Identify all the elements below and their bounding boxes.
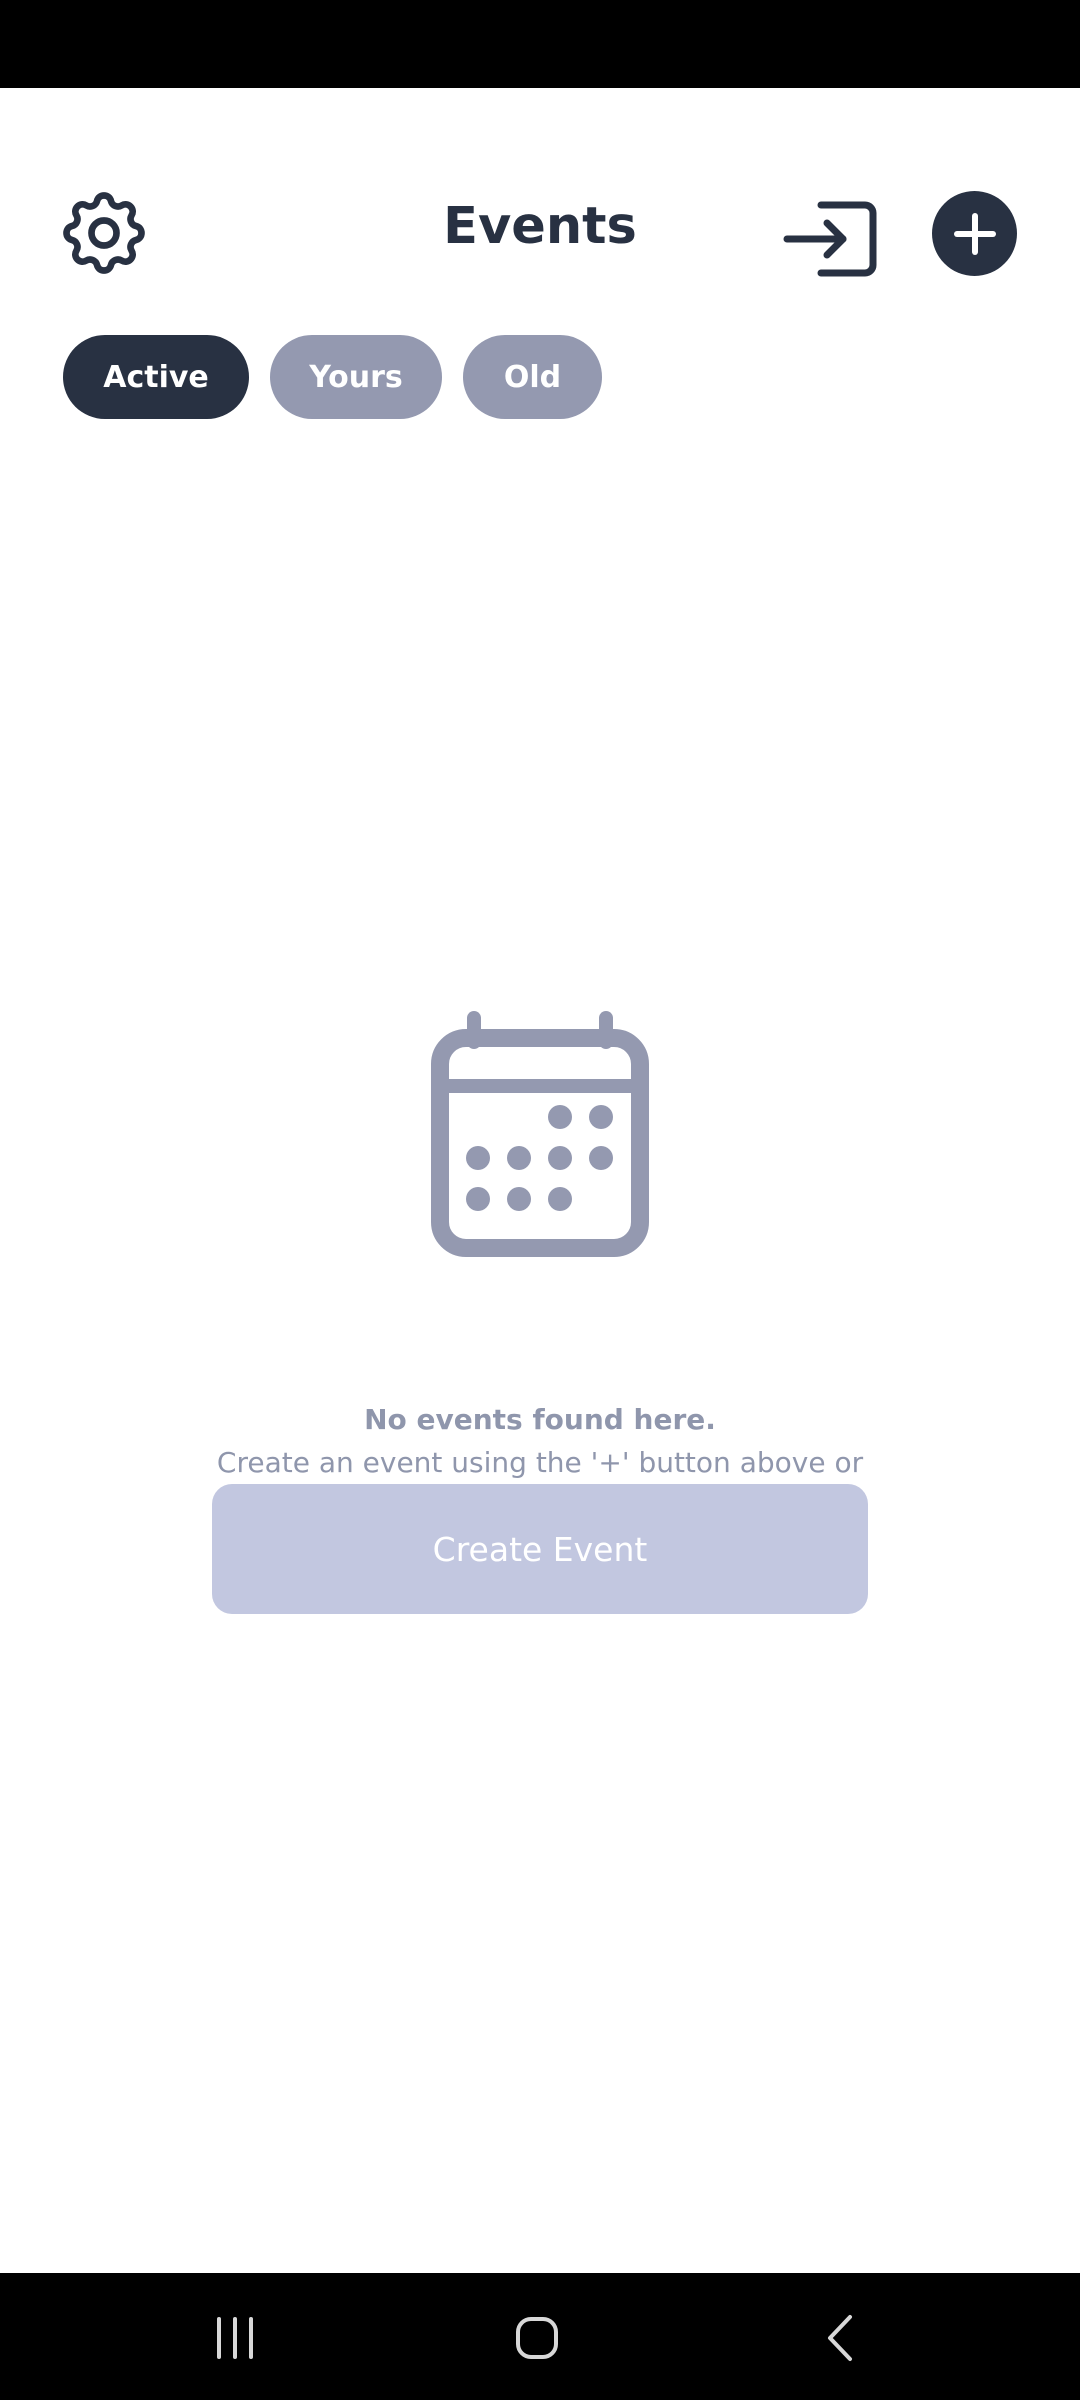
settings-button[interactable] [54, 183, 154, 283]
recents-button[interactable] [200, 2303, 270, 2373]
status-bar [0, 0, 1080, 88]
back-icon [828, 2315, 852, 2361]
plus-icon [953, 212, 996, 255]
back-button[interactable] [805, 2303, 875, 2373]
header: Events Active Yours Old [0, 88, 1080, 419]
home-button[interactable] [502, 2303, 572, 2373]
gear-icon [63, 192, 145, 274]
tab-old[interactable]: Old [463, 335, 602, 419]
event-filter-tabs: Active Yours Old [63, 335, 602, 419]
empty-state-title: No events found here. [364, 1403, 716, 1436]
tab-active[interactable]: Active [63, 335, 249, 419]
system-navigation-bar [0, 2273, 1080, 2400]
page-title: Events [443, 197, 637, 256]
tab-yours[interactable]: Yours [270, 335, 442, 419]
home-icon [516, 2317, 558, 2359]
calendar-icon [431, 1011, 649, 1257]
recents-icon [217, 2317, 253, 2359]
calendar-illustration [420, 1008, 660, 1268]
sign-in-icon [783, 201, 877, 277]
add-event-button[interactable] [932, 191, 1017, 276]
app-screen: Events Active Yours Old No events found … [0, 88, 1080, 2273]
sign-in-button[interactable] [783, 191, 879, 287]
create-event-button[interactable]: Create Event [212, 1484, 868, 1614]
